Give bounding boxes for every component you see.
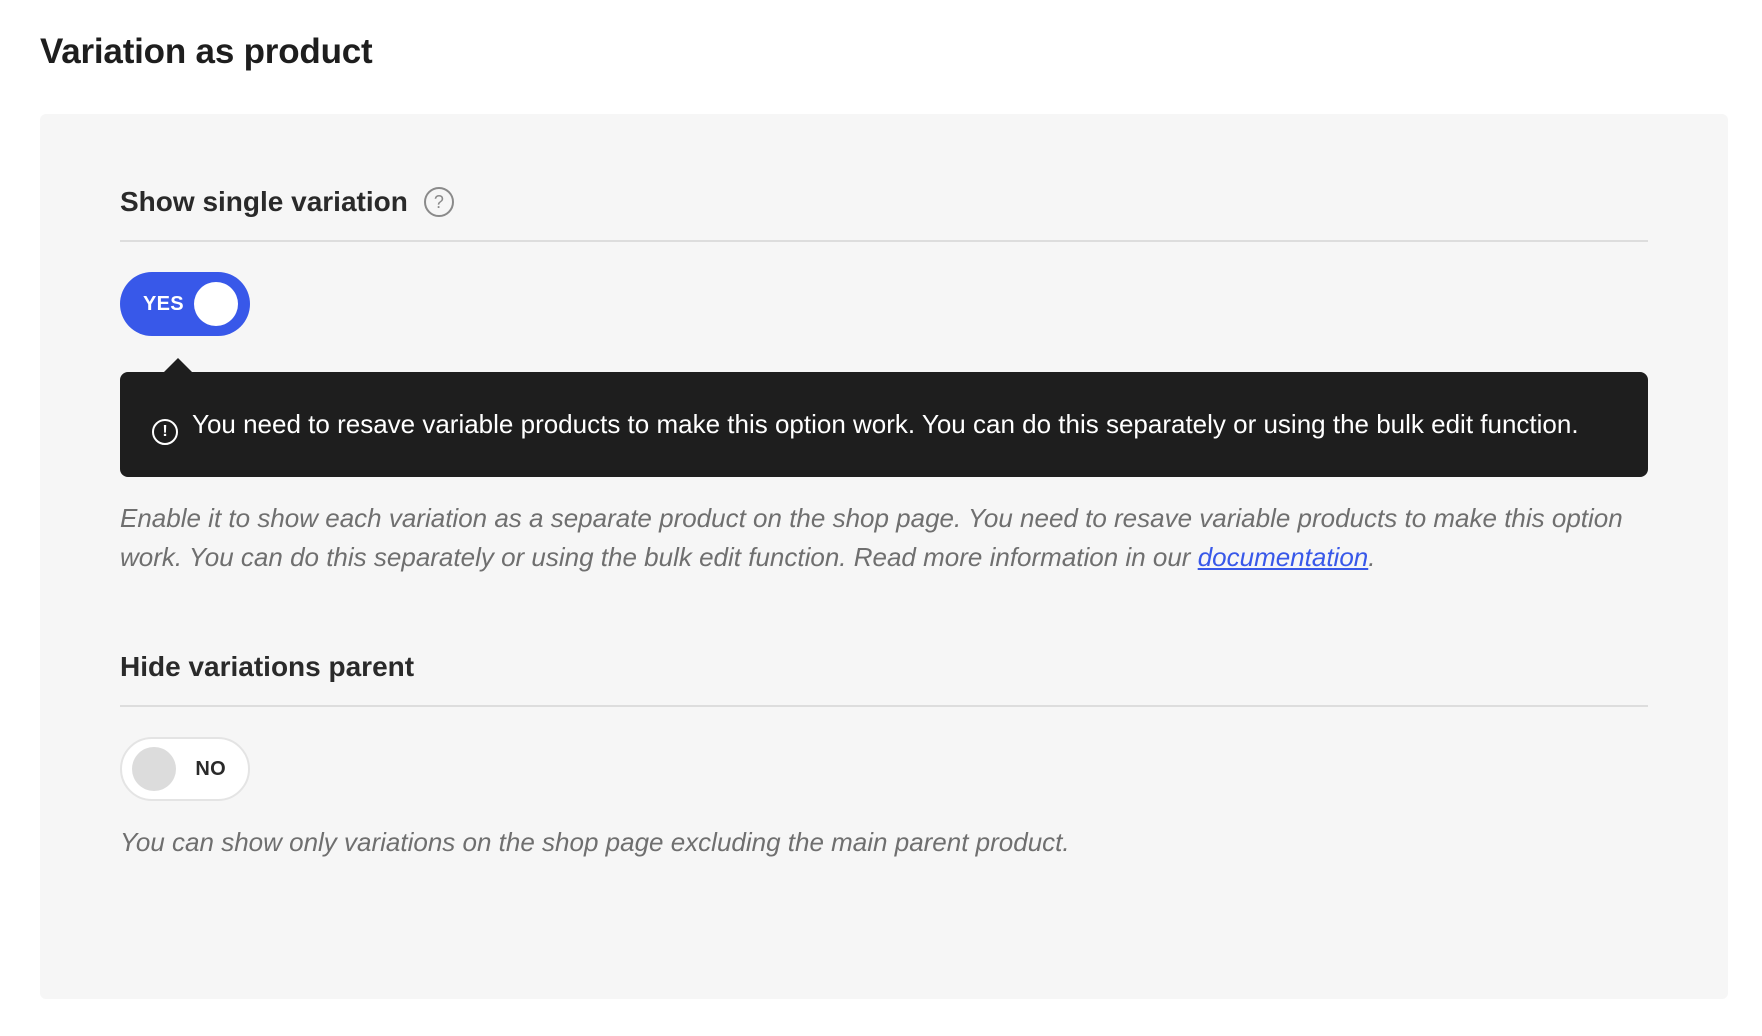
question-circle-icon[interactable]: ? [423, 187, 454, 217]
toggle-knob [132, 747, 176, 791]
section-header: Show single variation ? [120, 184, 1648, 242]
show-single-variation-description: Enable it to show each variation as a se… [120, 499, 1648, 577]
page-title: Variation as product [40, 32, 373, 71]
toggle-state-label: YES [143, 293, 184, 315]
toggle-state-label: NO [195, 758, 226, 780]
section-header: Hide variations parent [120, 649, 1648, 707]
description-suffix: . [1368, 542, 1376, 572]
hide-variations-parent-toggle[interactable]: NO [120, 737, 250, 801]
notice-text: You need to resave variable products to … [192, 409, 1579, 439]
description-text: Enable it to show each variation as a se… [120, 503, 1623, 572]
section-hide-variations-parent: Hide variations parent NO You can show o… [120, 649, 1648, 862]
hide-variations-parent-description: You can show only variations on the shop… [120, 827, 1070, 857]
section-title: Show single variation [120, 186, 408, 217]
settings-panel: Show single variation ? YES ! You need to… [40, 114, 1728, 999]
settings-page: Variation as product Show single variati… [0, 0, 1762, 1036]
resave-notice: ! You need to resave variable products to… [120, 358, 1648, 477]
show-single-variation-toggle[interactable]: YES [120, 272, 250, 336]
section-title: Hide variations parent [120, 651, 415, 682]
documentation-link[interactable]: documentation [1198, 542, 1369, 572]
toggle-knob [194, 282, 238, 326]
exclamation-circle-icon: ! [152, 419, 178, 445]
section-show-single-variation: Show single variation ? YES ! You need to… [120, 184, 1648, 577]
